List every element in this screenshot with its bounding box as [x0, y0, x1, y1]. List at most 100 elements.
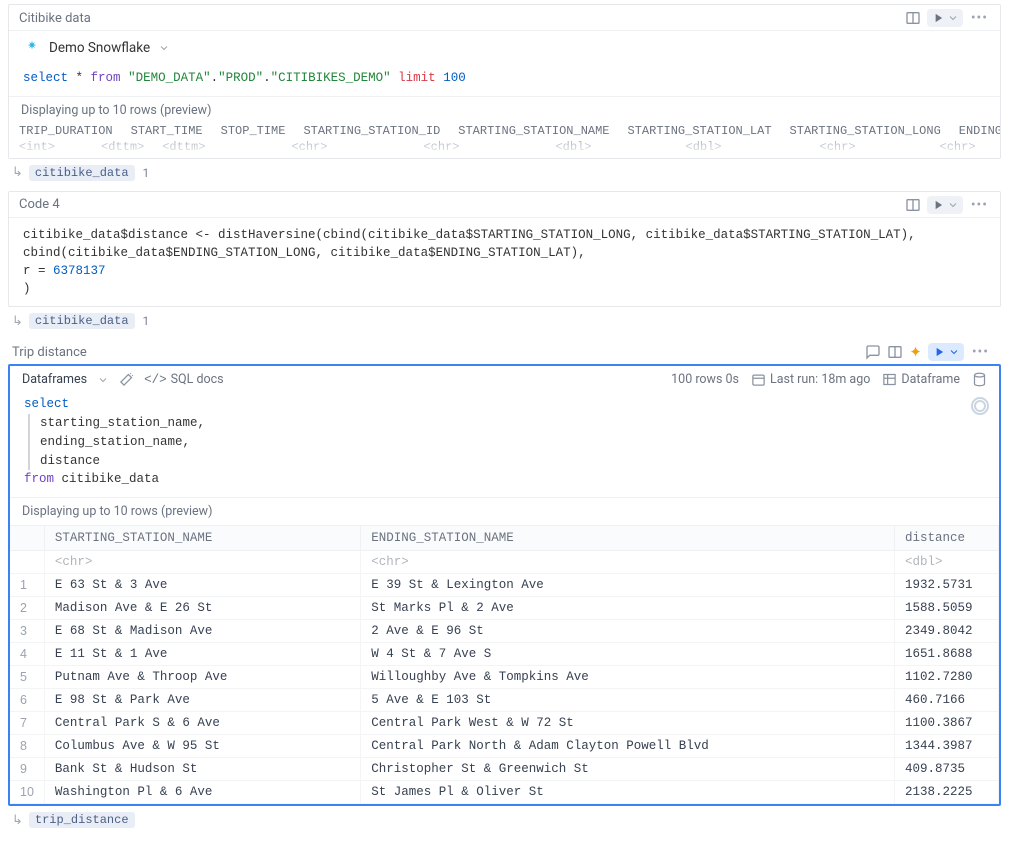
cell-end: St James Pl & Oliver St: [361, 781, 895, 804]
chevron-down-icon[interactable]: [158, 42, 170, 54]
cell-end: St Marks Pl & 2 Ave: [361, 597, 895, 620]
connection-name[interactable]: Demo Snowflake: [49, 40, 150, 56]
sql-docs-button[interactable]: </> SQL docs: [144, 372, 224, 387]
more-menu-icon[interactable]: •••: [969, 197, 990, 213]
output-chip[interactable]: citibike_data: [29, 313, 135, 329]
run-cell-button[interactable]: [927, 9, 963, 27]
row-index: 2: [10, 597, 44, 620]
cell-code-4: Code 4 ••• citibike_data$distance <- dis…: [8, 191, 1001, 308]
cell-start: Putnam Ave & Throop Ave: [44, 666, 360, 689]
table-row[interactable]: 7Central Park S & 6 AveCentral Park West…: [10, 712, 999, 735]
chevron-down-icon: [947, 12, 959, 24]
output-arrow-icon: ↳: [12, 314, 23, 329]
sparkle-icon[interactable]: ✦: [909, 343, 922, 361]
row-index: 7: [10, 712, 44, 735]
cell-title: Trip distance: [12, 345, 87, 360]
output-arrow-icon: ↳: [12, 813, 23, 828]
status-orb-icon: [971, 397, 989, 415]
panel-icon[interactable]: [905, 10, 921, 26]
preview-label: Displaying up to 10 rows (preview): [9, 96, 1000, 124]
column-header[interactable]: distance: [895, 526, 999, 551]
cell-start: E 98 St & Park Ave: [44, 689, 360, 712]
cell-citibike-data: Citibike data ••• Demo Snowflake select …: [8, 4, 1001, 159]
panel-icon[interactable]: [887, 344, 903, 360]
cell-title: Code 4: [19, 197, 60, 212]
cell-end: Central Park West & W 72 St: [361, 712, 895, 735]
cell-distance: 1102.7280: [895, 666, 999, 689]
cell-end: E 39 St & Lexington Ave: [361, 574, 895, 597]
play-icon: [931, 11, 945, 25]
sql-editor[interactable]: select starting_station_name, ending_sta…: [10, 391, 999, 497]
cell-end: Willoughby Ave & Tompkins Ave: [361, 666, 895, 689]
cell-title: Citibike data: [19, 11, 91, 26]
type-row: <chr> <chr> <dbl>: [10, 551, 999, 574]
output-arrow-icon: ↳: [12, 165, 23, 180]
row-index: 5: [10, 666, 44, 689]
chevron-down-icon[interactable]: [97, 374, 109, 386]
row-index: 4: [10, 643, 44, 666]
cell-distance: 1932.5731: [895, 574, 999, 597]
table-row[interactable]: 5Putnam Ave & Throop AveWilloughby Ave &…: [10, 666, 999, 689]
panel-icon[interactable]: [905, 197, 921, 213]
more-menu-icon[interactable]: •••: [970, 344, 991, 360]
cell-end: 2 Ave & E 96 St: [361, 620, 895, 643]
database-icon[interactable]: [972, 372, 987, 387]
cell-distance: 1344.3987: [895, 735, 999, 758]
play-icon: [931, 198, 945, 212]
preview-label: Displaying up to 10 rows (preview): [10, 497, 999, 525]
run-cell-button[interactable]: [927, 196, 963, 214]
output-tag-line: ↳ citibike_data 1: [8, 161, 1001, 191]
table-row[interactable]: 10Washington Pl & 6 AveSt James Pl & Oli…: [10, 781, 999, 804]
wand-icon[interactable]: [119, 372, 134, 387]
snowflake-icon: [23, 39, 41, 57]
table-row[interactable]: 6E 98 St & Park Ave5 Ave & E 103 St460.7…: [10, 689, 999, 712]
output-chip[interactable]: citibike_data: [29, 165, 135, 181]
column-header[interactable]: STARTING_STATION_NAME: [44, 526, 360, 551]
rowcount-label: 100 rows 0s: [671, 372, 739, 387]
cell-start: Central Park S & 6 Ave: [44, 712, 360, 735]
row-index: 9: [10, 758, 44, 781]
cell-distance: 409.8735: [895, 758, 999, 781]
source-label[interactable]: Dataframes: [22, 372, 87, 387]
chevron-down-icon: [948, 346, 960, 358]
output-type-dropdown[interactable]: Dataframe: [882, 372, 960, 387]
results-table: STARTING_STATION_NAME ENDING_STATION_NAM…: [10, 525, 999, 804]
output-count: 1: [143, 166, 150, 180]
output-tag-line: ↳ citibike_data 1: [8, 309, 1001, 339]
preview-headers: TRIP_DURATIONSTART_TIMESTOP_TIMESTARTING…: [9, 124, 1000, 140]
comment-icon[interactable]: [865, 344, 881, 360]
table-row[interactable]: 2Madison Ave & E 26 StSt Marks Pl & 2 Av…: [10, 597, 999, 620]
preview-types: <int><dttm><dttm><chr><chr><dbl><dbl><ch…: [9, 140, 1000, 158]
output-chip[interactable]: trip_distance: [29, 812, 135, 828]
table-row[interactable]: 9Bank St & Hudson StChristopher St & Gre…: [10, 758, 999, 781]
cell-end: 5 Ave & E 103 St: [361, 689, 895, 712]
more-menu-icon[interactable]: •••: [969, 10, 990, 26]
cell-start: E 11 St & 1 Ave: [44, 643, 360, 666]
table-row[interactable]: 3E 68 St & Madison Ave2 Ave & E 96 St234…: [10, 620, 999, 643]
cell-distance: 1100.3867: [895, 712, 999, 735]
row-index: 6: [10, 689, 44, 712]
cell-trip-distance: Dataframes </> SQL docs 100 rows 0s Last…: [8, 364, 1001, 806]
chevron-down-icon: [947, 199, 959, 211]
row-index: 1: [10, 574, 44, 597]
table-row[interactable]: 1E 63 St & 3 AveE 39 St & Lexington Ave1…: [10, 574, 999, 597]
sql-editor[interactable]: select * from "DEMO_DATA"."PROD"."CITIBI…: [9, 61, 1000, 96]
cell-start: Bank St & Hudson St: [44, 758, 360, 781]
output-count: 1: [143, 314, 150, 328]
cell-start: Columbus Ave & W 95 St: [44, 735, 360, 758]
cell-distance: 460.7166: [895, 689, 999, 712]
run-cell-button[interactable]: [928, 343, 964, 361]
last-run-label: Last run: 18m ago: [751, 372, 870, 387]
code-editor[interactable]: citibike_data$distance <- distHaversine(…: [9, 218, 1000, 307]
output-tag-line: ↳ trip_distance: [8, 808, 1001, 838]
table-row[interactable]: 8Columbus Ave & W 95 StCentral Park Nort…: [10, 735, 999, 758]
column-header[interactable]: ENDING_STATION_NAME: [361, 526, 895, 551]
cell-distance: 1651.8688: [895, 643, 999, 666]
dataframe-icon: [882, 372, 897, 387]
table-row[interactable]: 4E 11 St & 1 AveW 4 St & 7 Ave S1651.868…: [10, 643, 999, 666]
cell-end: Christopher St & Greenwich St: [361, 758, 895, 781]
cell-distance: 2138.2225: [895, 781, 999, 804]
cell-end: W 4 St & 7 Ave S: [361, 643, 895, 666]
cell-start: Washington Pl & 6 Ave: [44, 781, 360, 804]
cell-start: E 63 St & 3 Ave: [44, 574, 360, 597]
